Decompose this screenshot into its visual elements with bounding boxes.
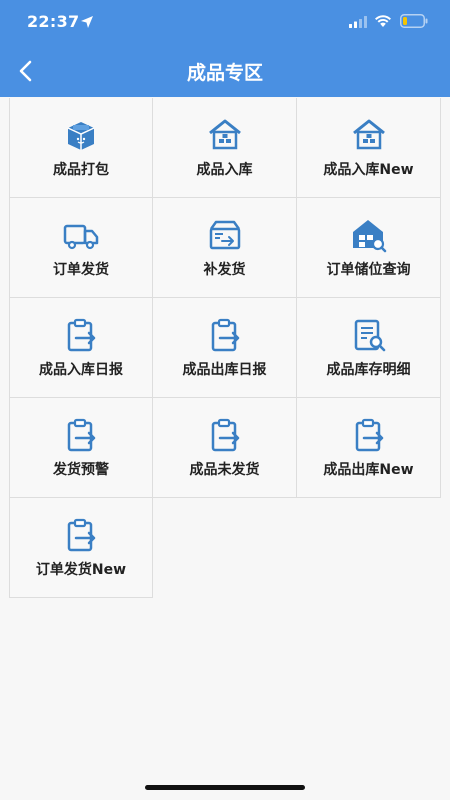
warehouse-icon [352, 119, 385, 149]
status-bar: 22:37 [0, 0, 450, 44]
document-search-icon [354, 319, 385, 351]
navigation-bar: 成品专区 [0, 44, 450, 97]
menu-item-label: 成品入库New [323, 161, 414, 178]
warehouse-icon [208, 119, 241, 149]
cellular-signal-icon [349, 16, 367, 28]
menu-item-finished-storage[interactable]: 成品入库 [153, 98, 297, 198]
menu-item-order-shipping-new[interactable]: 订单发货New [9, 498, 153, 598]
menu-item-label: 成品未发货 [189, 461, 260, 478]
app-header: 22:37 成品专区 [0, 0, 450, 97]
menu-item-label: 成品入库 [196, 161, 253, 178]
page-title: 成品专区 [186, 62, 263, 84]
home-indicator[interactable] [145, 785, 305, 790]
menu-item-outbound-daily-report[interactable]: 成品出库日报 [153, 298, 297, 398]
menu-item-order-location-query[interactable]: 订单储位查询 [297, 198, 441, 298]
package-box-icon [67, 121, 95, 150]
menu-item-label: 发货预警 [53, 461, 109, 478]
menu-item-label: 订单发货 [53, 261, 109, 278]
battery-icon [400, 14, 428, 28]
menu-item-label: 成品库存明细 [326, 361, 411, 378]
menu-item-outbound-new[interactable]: 成品出库New [297, 398, 441, 498]
location-arrow-icon [81, 16, 93, 28]
clipboard-arrow-icon [211, 418, 239, 451]
menu-item-label: 成品入库日报 [39, 361, 123, 378]
menu-item-label: 补发货 [203, 261, 246, 278]
clipboard-arrow-icon [67, 418, 96, 451]
truck-icon [63, 224, 99, 249]
warehouse-search-icon [352, 219, 386, 252]
menu-item-unshipped[interactable]: 成品未发货 [153, 398, 297, 498]
menu-item-label: 成品打包 [53, 161, 109, 178]
status-time: 22:37 [27, 12, 80, 31]
wifi-icon [375, 15, 391, 27]
menu-item-finished-packing[interactable]: 成品打包 [9, 98, 153, 198]
menu-item-shipping-alert[interactable]: 发货预警 [9, 398, 153, 498]
open-box-arrow-icon [209, 220, 240, 249]
menu-item-inventory-detail[interactable]: 成品库存明细 [297, 298, 441, 398]
menu-item-label: 订单发货New [35, 561, 127, 578]
clipboard-arrow-icon [67, 318, 96, 351]
menu-item-reship[interactable]: 补发货 [153, 198, 297, 298]
menu-item-storage-daily-report[interactable]: 成品入库日报 [9, 298, 153, 398]
menu-grid: 成品打包 成品入库 成品入库New 订单发货 补发货 订单储位查询 成品入库日报… [9, 98, 441, 598]
menu-item-finished-storage-new[interactable]: 成品入库New [297, 98, 441, 198]
clipboard-arrow-icon [67, 518, 96, 551]
clipboard-arrow-icon [211, 318, 239, 351]
menu-item-order-shipping[interactable]: 订单发货 [9, 198, 153, 298]
clipboard-arrow-icon [355, 418, 383, 451]
menu-item-label: 订单储位查询 [326, 261, 411, 278]
menu-item-label: 成品出库New [323, 461, 414, 478]
menu-item-label: 成品出库日报 [182, 361, 267, 378]
